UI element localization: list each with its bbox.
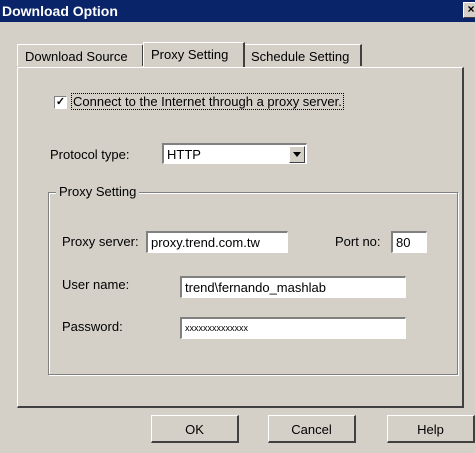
password-label: Password: — [62, 319, 123, 334]
cancel-button[interactable]: Cancel — [268, 415, 356, 443]
protocol-type-label: Protocol type: — [50, 147, 130, 162]
proxy-enable-label[interactable]: Connect to the Internet through a proxy … — [71, 93, 344, 110]
protocol-type-value: HTTP — [167, 147, 201, 162]
username-label: User name: — [62, 277, 130, 292]
proxy-setting-group-title: Proxy Setting — [56, 184, 140, 199]
proxy-enable-checkbox[interactable]: ✓ — [54, 96, 67, 109]
password-input[interactable]: xxxxxxxxxxxxxx — [180, 317, 406, 339]
username-input[interactable]: trend\fernando_mashlab — [180, 276, 406, 298]
port-input[interactable]: 80 — [391, 231, 427, 253]
proxy-server-label: Proxy server: — [62, 234, 139, 249]
ok-button[interactable]: OK — [151, 415, 239, 443]
port-label: Port no: — [335, 234, 381, 249]
chevron-down-icon[interactable] — [289, 146, 305, 163]
proxy-server-input[interactable]: proxy.trend.com.tw — [146, 231, 288, 253]
help-button[interactable]: Help — [387, 415, 475, 443]
protocol-type-select[interactable]: HTTP — [162, 143, 307, 164]
